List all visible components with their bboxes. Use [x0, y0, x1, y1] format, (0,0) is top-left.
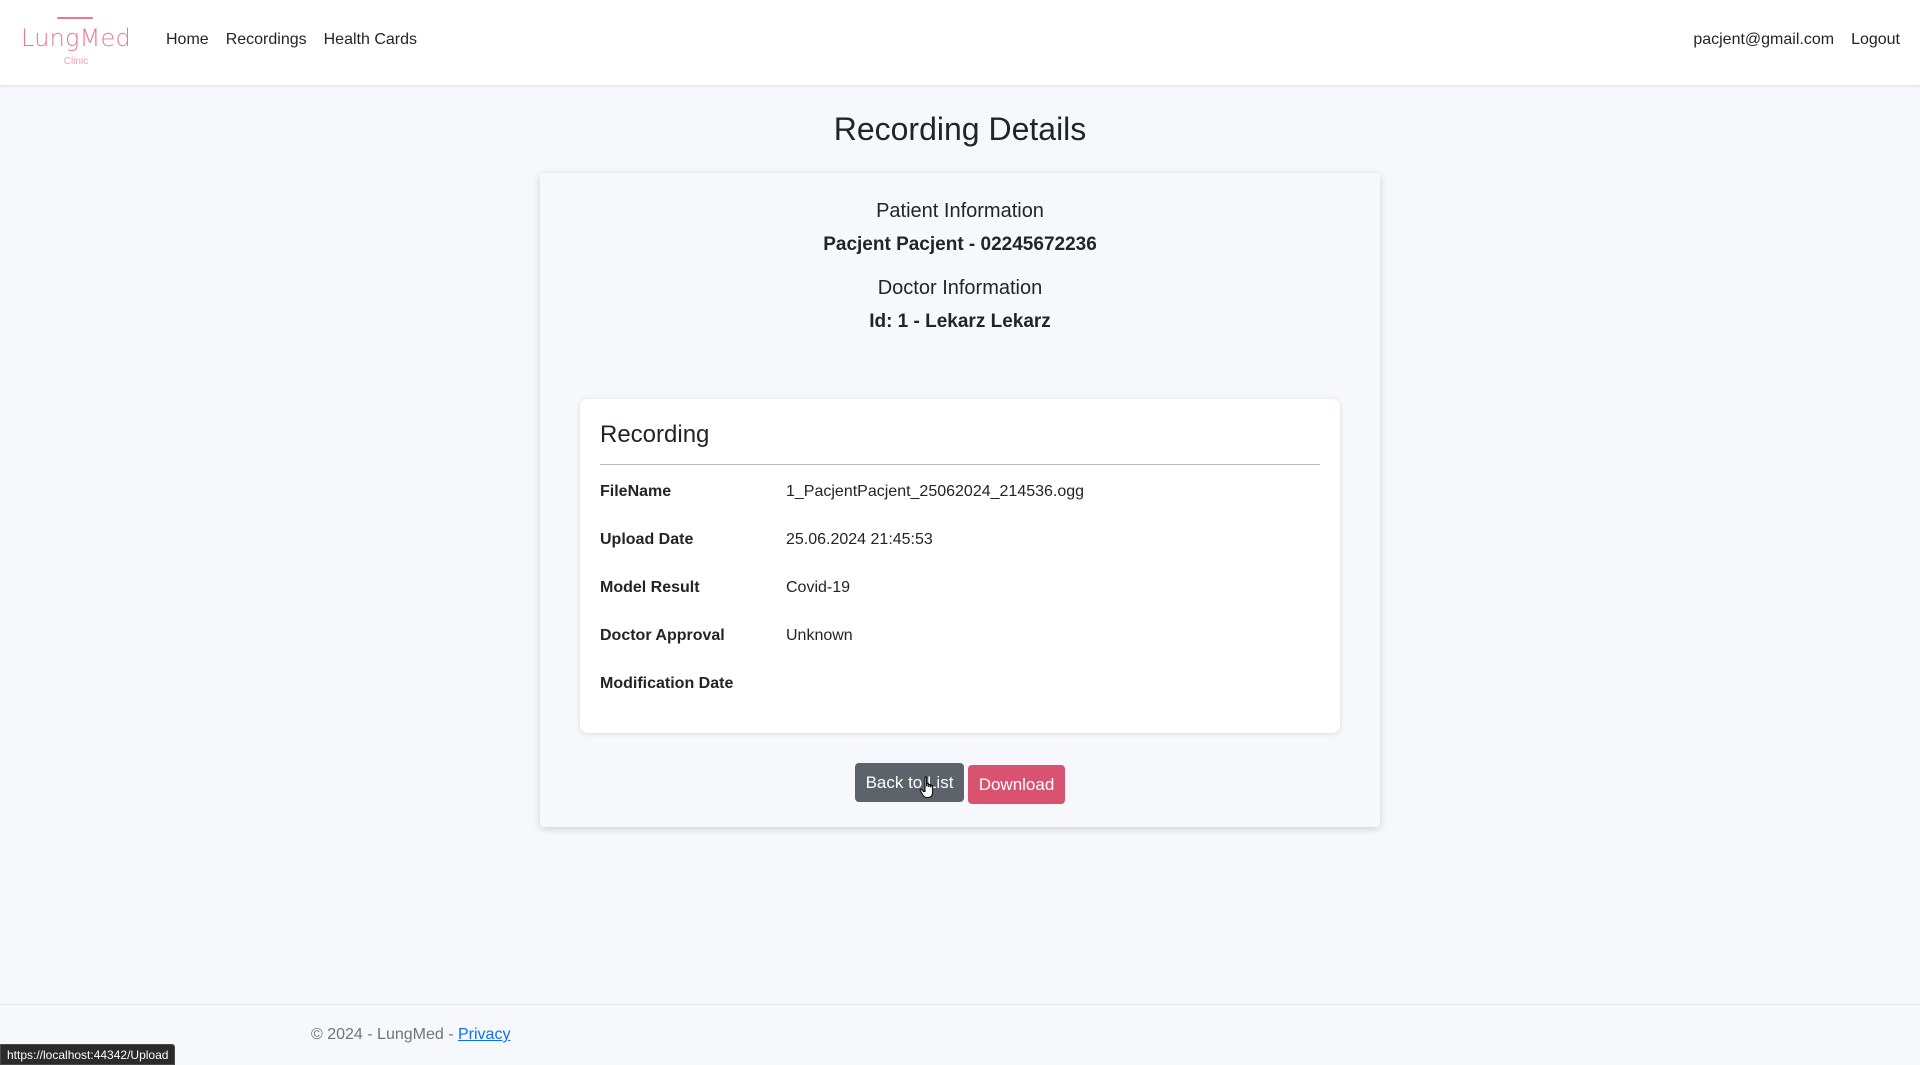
nav-link-health-cards[interactable]: Health Cards [324, 31, 417, 49]
field-label: Upload Date [600, 531, 694, 548]
privacy-link[interactable]: Privacy [458, 1026, 510, 1043]
field-value: 1_PacjentPacjent_25062024_214536.ogg [786, 483, 1085, 500]
recording-panel: Recording FileName 1_PacjentPacjent_2506… [580, 399, 1340, 733]
top-navbar: LungMed Clinic Home Recordings Health Ca… [0, 0, 1920, 86]
footer-text: © 2024 - LungMed - Privacy [311, 1026, 510, 1044]
recording-details-card: Patient Information Pacjent Pacjent - 02… [540, 173, 1380, 827]
field-value: 25.06.2024 21:45:53 [786, 531, 933, 548]
field-label: Modification Date [600, 675, 734, 692]
field-row-filename: FileName 1_PacjentPacjent_25062024_21453… [600, 483, 1320, 507]
patient-info-label: Patient Information [876, 200, 1044, 222]
field-value: Covid-19 [786, 579, 851, 596]
divider [600, 464, 1320, 465]
field-row-model-result: Model Result Covid-19 [600, 579, 1320, 603]
field-row-modification-date: Modification Date [600, 675, 1320, 699]
back-to-list-button[interactable]: Back to List [855, 763, 964, 802]
brand-logo[interactable]: LungMed Clinic [19, 16, 133, 70]
page-title: Recording Details [833, 111, 1087, 147]
field-label: Doctor Approval [600, 627, 725, 644]
nav-link-home[interactable]: Home [166, 31, 209, 49]
nav-link-recordings[interactable]: Recordings [226, 31, 307, 49]
doctor-info-value: Id: 1 - Lekarz Lekarz [869, 311, 1051, 332]
hand-cursor-icon [919, 776, 934, 798]
footer-copyright: © 2024 - LungMed - [311, 1026, 458, 1043]
brand-subtitle: Clinic [63, 56, 89, 67]
patient-info-value: Pacjent Pacjent - 02245672236 [823, 234, 1097, 255]
doctor-info-label: Doctor Information [877, 277, 1043, 299]
field-label: Model Result [600, 579, 700, 596]
logout-link[interactable]: Logout [1851, 31, 1900, 49]
field-value: Unknown [786, 627, 853, 644]
brand-accent-line [57, 17, 93, 19]
footer: © 2024 - LungMed - Privacy [0, 1004, 1920, 1065]
recording-panel-title: Recording [600, 421, 710, 448]
field-row-upload-date: Upload Date 25.06.2024 21:45:53 [600, 531, 1320, 555]
status-bar-url: https://localhost:44342/Upload [0, 1044, 176, 1065]
brand-name: LungMed [21, 24, 131, 52]
nav-user-area: pacjent@gmail.com Logout [1693, 31, 1900, 49]
field-row-doctor-approval: Doctor Approval Unknown [600, 627, 1320, 651]
user-email-link[interactable]: pacjent@gmail.com [1693, 31, 1834, 49]
download-button[interactable]: Download [968, 765, 1065, 804]
field-label: FileName [600, 483, 672, 500]
nav-links: Home Recordings Health Cards [166, 31, 417, 49]
